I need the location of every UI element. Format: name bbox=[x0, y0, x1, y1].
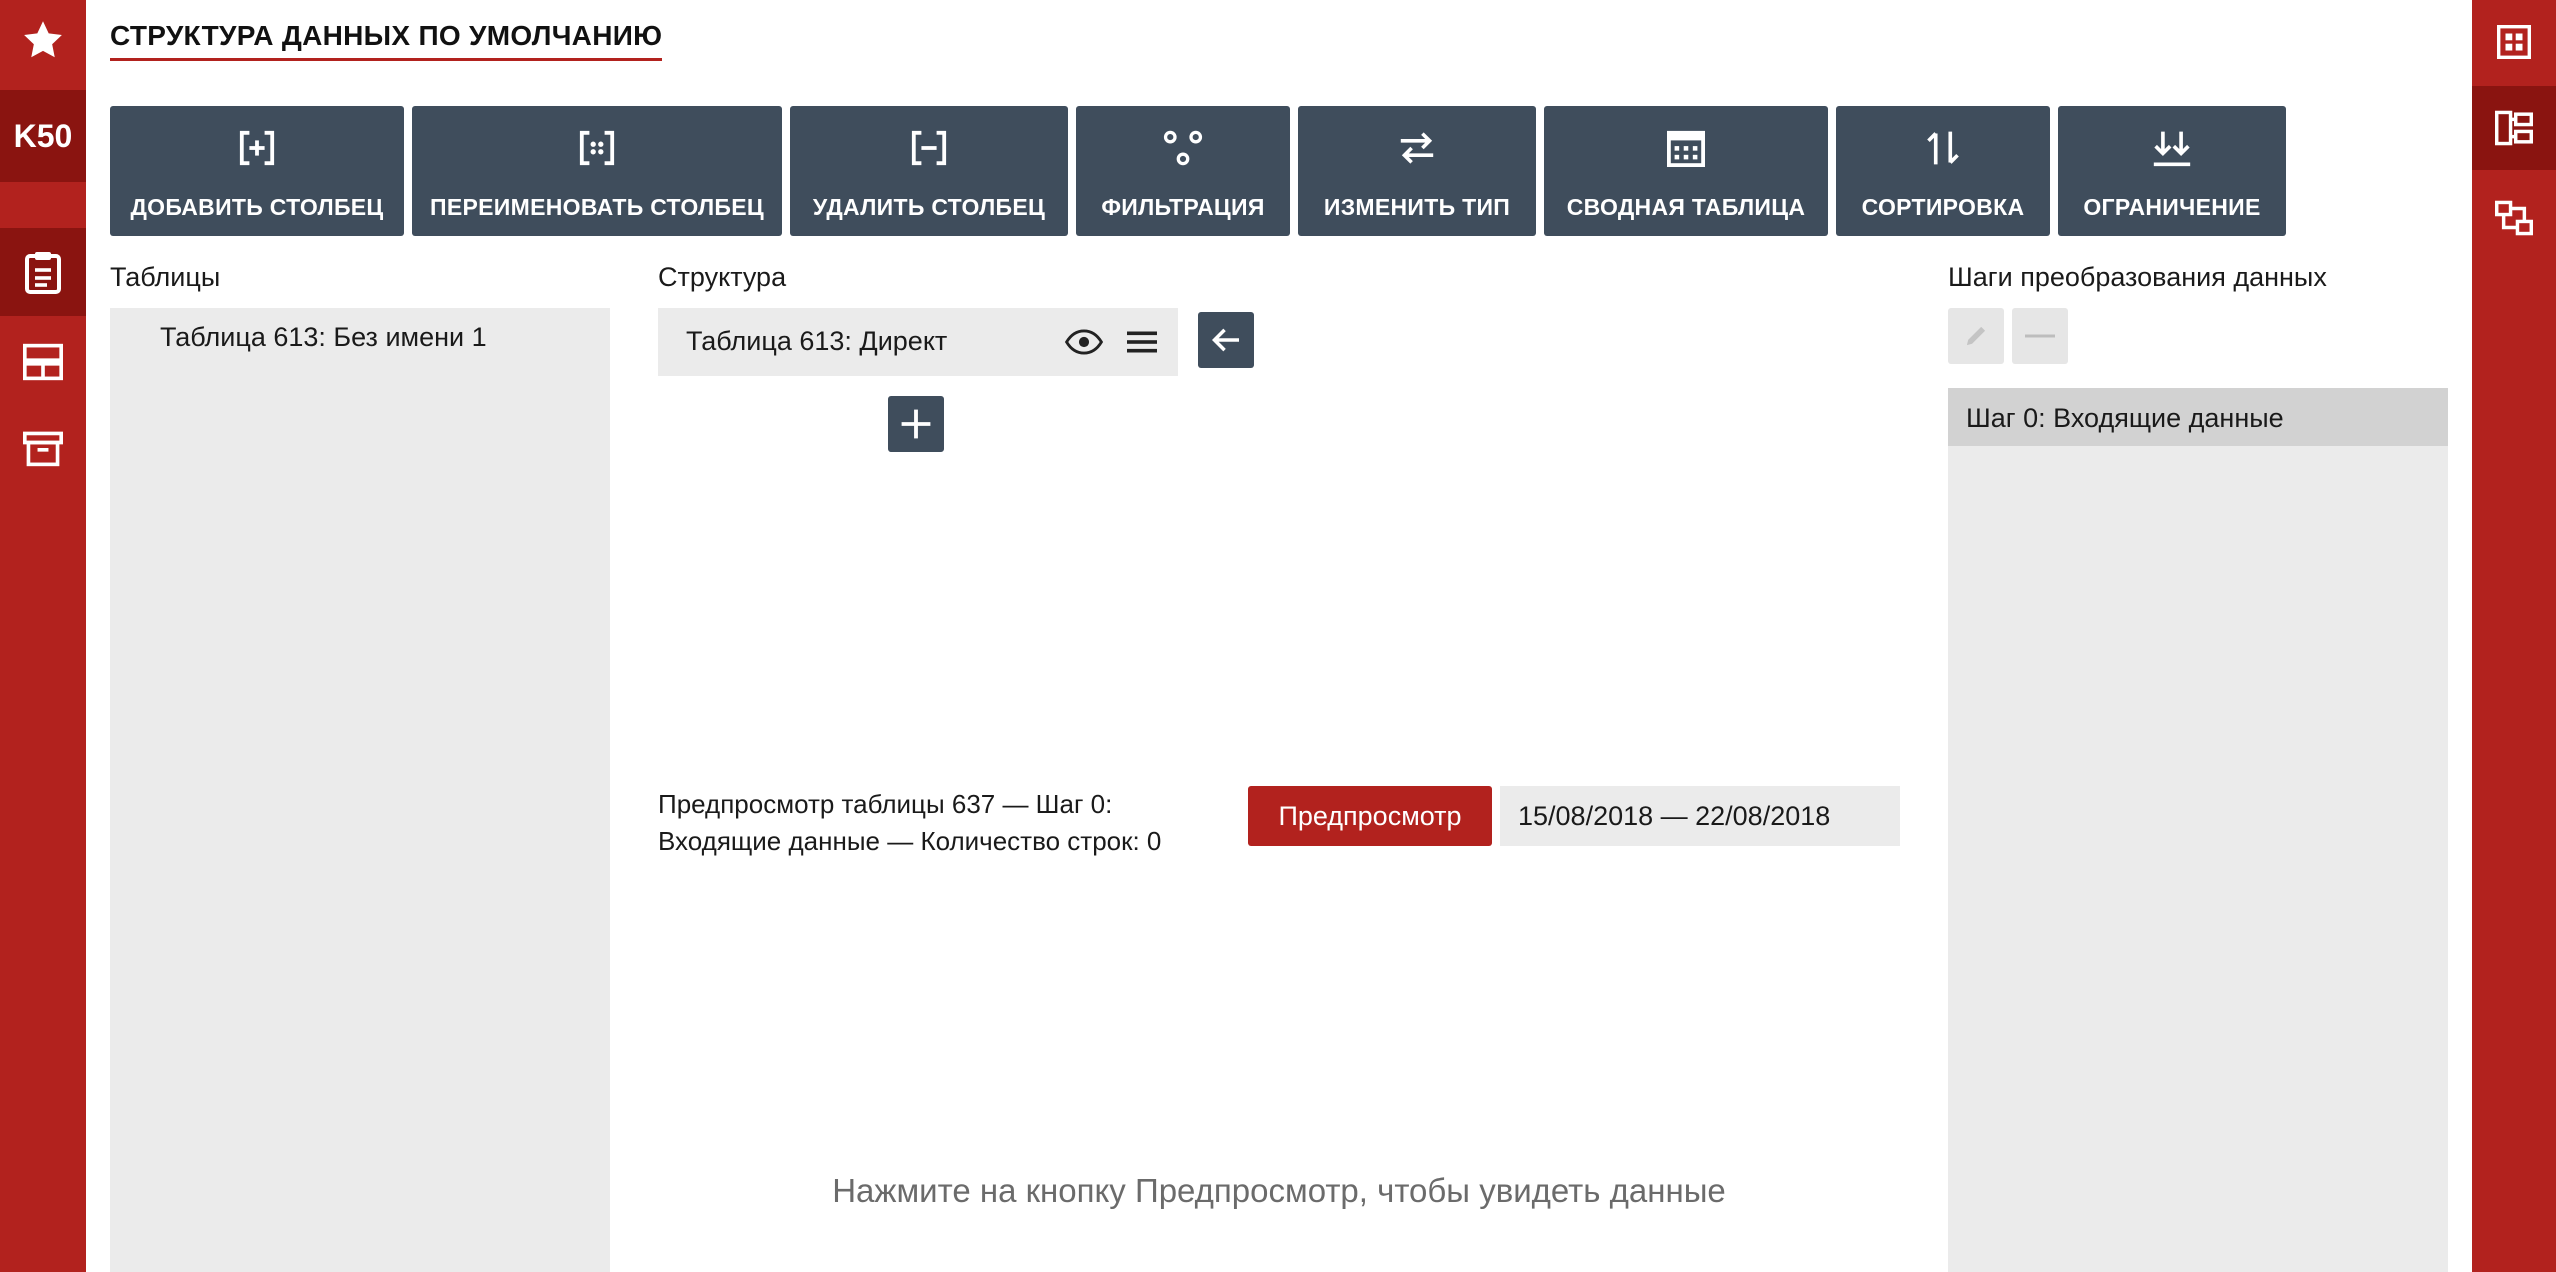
add-column-icon bbox=[238, 126, 276, 170]
grid-icon[interactable] bbox=[2472, 0, 2556, 84]
preview-hint: Нажмите на кнопку Предпросмотр, чтобы ув… bbox=[832, 1172, 1726, 1209]
filter-label: ФИЛЬТРАЦИЯ bbox=[1101, 194, 1265, 220]
rename-column-icon bbox=[578, 126, 616, 170]
arrow-left-icon bbox=[1211, 328, 1239, 352]
limit-label: ОГРАНИЧЕНИЕ bbox=[2083, 194, 2261, 220]
filter-button[interactable]: ФИЛЬТРАЦИЯ bbox=[1076, 106, 1290, 236]
preview-info-line-2: Входящие данные — Количество строк: 0 bbox=[658, 826, 1162, 856]
hamburger-menu-icon[interactable] bbox=[1124, 324, 1160, 360]
preview-info: Предпросмотр таблицы 637 — Шаг 0: Входящ… bbox=[658, 786, 1238, 860]
limit-button[interactable]: ОГРАНИЧЕНИЕ bbox=[2058, 106, 2286, 236]
tables-heading: Таблицы bbox=[110, 262, 221, 292]
filter-icon bbox=[1163, 126, 1203, 170]
structure-table-card[interactable]: Таблица 613: Директ bbox=[658, 308, 1178, 376]
eye-icon[interactable] bbox=[1064, 324, 1104, 360]
sort-label: СОРТИРОВКА bbox=[1861, 194, 2025, 220]
step-row[interactable]: Шаг 0: Входящие данные bbox=[1948, 388, 2448, 446]
change-type-label: ИЗМЕНИТЬ ТИП bbox=[1323, 194, 1511, 220]
limit-icon bbox=[2152, 126, 2192, 170]
steps-panel: Шаг 0: Входящие данные bbox=[1948, 388, 2448, 1272]
layout-rows-icon[interactable] bbox=[0, 318, 86, 406]
preview-button[interactable]: Предпросмотр bbox=[1248, 786, 1492, 846]
minus-icon bbox=[2025, 334, 2055, 338]
tables-panel: Таблица 613: Без имени 1 bbox=[110, 308, 610, 1272]
pivot-table-label: СВОДНАЯ ТАБЛИЦА bbox=[1566, 194, 1806, 220]
add-column-label: ДОБАВИТЬ СТОЛБЕЦ bbox=[130, 194, 384, 220]
table-list-item[interactable]: Таблица 613: Без имени 1 bbox=[160, 322, 487, 353]
date-range-field[interactable]: 15/08/2018 — 22/08/2018 bbox=[1500, 786, 1900, 846]
preview-info-line-1: Предпросмотр таблицы 637 — Шаг 0: bbox=[658, 789, 1113, 819]
structure-heading: Структура bbox=[658, 262, 787, 292]
page-title: СТРУКТУРА ДАННЫХ ПО УМОЛЧАНИЮ bbox=[110, 20, 663, 61]
right-sidebar bbox=[2472, 0, 2556, 1272]
sort-button[interactable]: СОРТИРОВКА bbox=[1836, 106, 2050, 236]
favorites-star-icon[interactable] bbox=[0, 0, 86, 80]
brand-logo[interactable]: K50 bbox=[0, 90, 86, 182]
plus-icon bbox=[901, 409, 931, 439]
add-step-button[interactable] bbox=[888, 396, 944, 452]
clipboard-icon[interactable] bbox=[0, 228, 86, 316]
remove-step-button[interactable] bbox=[2012, 308, 2068, 364]
sort-icon bbox=[1924, 126, 1962, 170]
add-column-button[interactable]: ДОБАВИТЬ СТОЛБЕЦ bbox=[110, 106, 404, 236]
delete-column-icon bbox=[910, 126, 948, 170]
archive-icon[interactable] bbox=[0, 404, 86, 492]
calendar-table-icon bbox=[1667, 126, 1705, 170]
structure-icon[interactable] bbox=[2472, 86, 2556, 170]
pivot-table-button[interactable]: СВОДНАЯ ТАБЛИЦА bbox=[1544, 106, 1828, 236]
step-label: Шаг 0: Входящие данные bbox=[1966, 403, 2284, 433]
right-gutter bbox=[2448, 0, 2472, 1272]
delete-column-label: УДАЛИТЬ СТОЛБЕЦ bbox=[812, 194, 1046, 220]
delete-column-button[interactable]: УДАЛИТЬ СТОЛБЕЦ bbox=[790, 106, 1068, 236]
steps-heading: Шаги преобразования данных bbox=[1948, 262, 2327, 292]
left-sidebar: K50 bbox=[0, 0, 86, 1272]
pencil-icon bbox=[1966, 326, 1986, 346]
flow-icon[interactable] bbox=[2472, 176, 2556, 260]
back-arrow-button[interactable] bbox=[1198, 312, 1254, 368]
structure-table-name: Таблица 613: Директ bbox=[686, 326, 948, 356]
edit-step-button[interactable] bbox=[1948, 308, 2004, 364]
change-type-button[interactable]: ИЗМЕНИТЬ ТИП bbox=[1298, 106, 1536, 236]
rename-column-button[interactable]: ПЕРЕИМЕНОВАТЬ СТОЛБЕЦ bbox=[412, 106, 782, 236]
rename-column-label: ПЕРЕИМЕНОВАТЬ СТОЛБЕЦ bbox=[430, 194, 764, 220]
swap-arrows-icon bbox=[1397, 126, 1437, 170]
